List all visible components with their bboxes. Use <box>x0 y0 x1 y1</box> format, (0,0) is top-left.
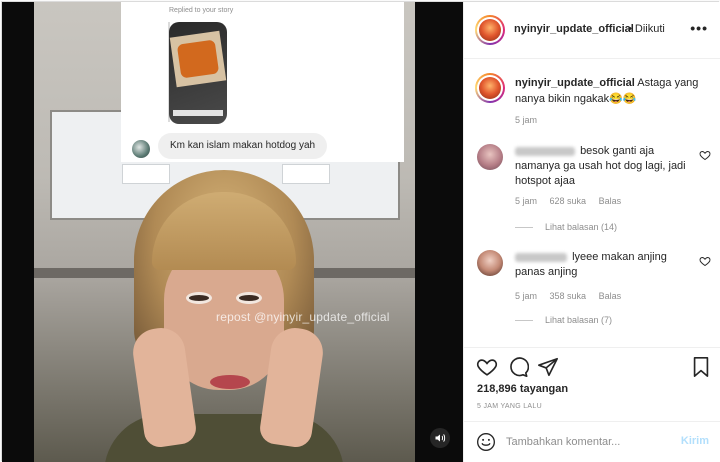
share-icon[interactable] <box>537 356 559 378</box>
post-comment-button[interactable]: Kirim <box>681 435 709 447</box>
repost-watermark: repost @nyinyir_update_official <box>216 310 390 324</box>
more-options-button[interactable]: ••• <box>690 20 708 36</box>
commenter-avatar[interactable] <box>477 250 503 276</box>
view-count[interactable]: 218,896 tayangan <box>477 383 568 395</box>
view-replies-button[interactable]: Lihat balasan (7) <box>515 315 612 325</box>
caption-time: 5 jam <box>515 115 538 125</box>
post-actions: 218,896 tayangan 5 JAM YANG LALU <box>464 347 720 421</box>
caption-author-avatar[interactable] <box>475 73 505 103</box>
sound-toggle-button[interactable] <box>430 428 450 448</box>
story-thumbnail <box>169 22 227 124</box>
replied-label: Replied to your story <box>169 7 234 14</box>
author-avatar[interactable] <box>475 15 505 45</box>
comment-text: lyeee makan anjing panas anjing <box>515 250 691 280</box>
view-replies-label: Lihat balasan (7) <box>545 315 613 325</box>
redacted-username <box>515 146 575 156</box>
video-frame[interactable]: repost @nyinyir_update_official Replied … <box>34 2 415 462</box>
comment-input[interactable] <box>506 430 671 454</box>
bookmark-icon[interactable] <box>690 356 712 378</box>
comment-text: besok ganti aja namanya ga usah hot dog … <box>515 144 691 189</box>
caption-text: nyinyir_update_official Astaga yang nany… <box>515 75 715 107</box>
comment-likes[interactable]: 358 suka <box>550 291 587 301</box>
follow-status[interactable]: • Diikuti <box>628 23 665 35</box>
comment-time: 5 jam <box>515 196 538 206</box>
comment-time: 5 jam <box>515 291 538 301</box>
dm-message-bubble: Km kan islam makan hotdog yah <box>158 133 328 159</box>
posted-time: 5 JAM YANG LALU <box>477 403 542 410</box>
hotdog-image <box>176 39 220 79</box>
like-comment-icon[interactable] <box>699 255 711 267</box>
speaker-icon <box>435 434 446 442</box>
add-comment-bar: Kirim <box>464 421 720 462</box>
comment-meta: 5 jam 628 suka Balas <box>515 196 631 206</box>
view-replies-button[interactable]: Lihat balasan (14) <box>515 222 617 232</box>
emoji-icon[interactable] <box>476 432 496 452</box>
right-eye <box>236 292 262 304</box>
post-header: nyinyir_update_official • Diikuti ••• <box>464 2 720 59</box>
reply-button[interactable]: Balas <box>599 291 622 301</box>
instagram-post-modal: repost @nyinyir_update_official Replied … <box>1 1 720 462</box>
commenter-avatar[interactable] <box>477 144 503 170</box>
replies-divider <box>515 320 533 322</box>
comment-icon[interactable] <box>507 356 529 378</box>
post-side-panel: nyinyir_update_official • Diikuti ••• ny… <box>463 2 720 462</box>
caption-username[interactable]: nyinyir_update_official <box>515 77 635 89</box>
left-eye <box>186 292 212 304</box>
comment-likes[interactable]: 628 suka <box>550 196 587 206</box>
replies-divider <box>515 227 533 229</box>
dm-screenshot: Replied to your story Km kan islam makan… <box>121 2 404 162</box>
author-username[interactable]: nyinyir_update_official <box>514 23 634 35</box>
dm-sender-avatar <box>132 140 150 158</box>
view-replies-label: Lihat balasan (14) <box>545 222 618 232</box>
heart-icon[interactable] <box>476 356 498 378</box>
lips <box>210 375 250 389</box>
post-media[interactable]: repost @nyinyir_update_official Replied … <box>2 2 463 462</box>
comment-meta: 5 jam 358 suka Balas <box>515 291 631 301</box>
redacted-username <box>515 252 567 262</box>
like-comment-icon[interactable] <box>699 149 711 161</box>
story-caption-bar <box>173 110 223 116</box>
reply-button[interactable]: Balas <box>599 196 622 206</box>
